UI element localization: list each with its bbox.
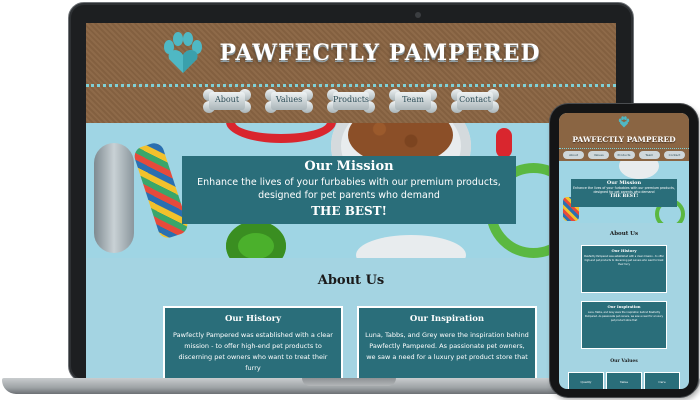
mobile-header: PAWFECTLY PAMPERED About Values Products… (559, 113, 689, 161)
mobile-mission-emphasis: THE BEST! (609, 194, 639, 199)
about-heading: About Us (317, 273, 385, 288)
card-title: Our Inspiration (607, 304, 641, 309)
mobile-values-heading: Our Values (610, 359, 638, 364)
nav-label: Values (275, 95, 303, 104)
main-nav: About Values Products Team Contact (86, 87, 616, 115)
mobile-nav: About Values Products Team Contact (563, 151, 685, 159)
mobile-nav-contact[interactable]: Contact (664, 151, 685, 159)
mobile-mission-text: Enhance the lives of your furbabies with… (573, 186, 675, 194)
nav-item-products[interactable]: Products (326, 87, 376, 115)
mission-emphasis: THE BEST! (311, 204, 387, 218)
mobile-values-row: Quality Value Care (559, 372, 689, 389)
value-card: Value (606, 372, 642, 389)
card-title: Our History (611, 248, 637, 253)
value-card: Quality (568, 372, 604, 389)
bowl-image (356, 235, 466, 258)
metal-bowl-image (94, 143, 134, 253)
mobile-nav-values[interactable]: Values (588, 151, 610, 159)
history-card: Our History Pawfectly Pampered was estab… (163, 306, 343, 379)
paw-logo-icon (618, 116, 630, 128)
mobile-nav-about[interactable]: About (563, 151, 584, 159)
laptop-notch (302, 378, 396, 386)
card-text: Pawfectly Pampered was established with … (584, 255, 664, 266)
mobile-nav-team[interactable]: Team (638, 151, 660, 159)
nav-label: About (214, 95, 240, 104)
value-card: Care (644, 372, 680, 389)
card-text: Luna, Tabbs, and Grey were the inspirati… (365, 331, 529, 361)
about-section: About Us Our History Pawfectly Pampered … (86, 258, 616, 379)
bone-toy-image (496, 128, 512, 158)
mobile-hero: Our Mission Enhance the lives of your fu… (559, 161, 689, 223)
phone-screen: PAWFECTLY PAMPERED About Values Products… (559, 113, 689, 389)
red-ring-toy-image (226, 123, 336, 143)
laptop-screen: PAWFECTLY PAMPERED About Values Products… (86, 23, 616, 379)
nav-label: Products (332, 95, 370, 104)
brand[interactable]: PAWFECTLY PAMPERED (86, 31, 616, 75)
mobile-brand-title: PAWFECTLY PAMPERED (572, 135, 676, 144)
dotted-divider (559, 148, 689, 149)
mobile-mission-box: Our Mission Enhance the lives of your fu… (571, 179, 677, 207)
card-text: Pawfectly Pampered was established with … (173, 331, 333, 372)
hero-banner: Our Mission Enhance the lives of your fu… (86, 123, 616, 258)
nav-item-about[interactable]: About (202, 87, 252, 115)
nav-label: Contact (459, 95, 491, 104)
camera-dot (415, 12, 421, 18)
inspiration-card: Our Inspiration Luna, Tabbs, and Grey we… (357, 306, 537, 379)
card-text: Luna, Tabbs, and Grey were the inspirati… (584, 311, 664, 322)
brand-title: PAWFECTLY PAMPERED (219, 40, 541, 66)
bowl-image (619, 161, 659, 179)
paw-logo-icon (164, 32, 203, 73)
mobile-about-heading: About Us (609, 231, 639, 237)
mobile-nav-products[interactable]: Products (613, 151, 635, 159)
mission-title: Our Mission (304, 159, 394, 174)
nav-item-values[interactable]: Values (264, 87, 314, 115)
green-toy-image (226, 221, 286, 258)
mobile-inspiration-card: Our Inspiration Luna, Tabbs, and Grey we… (581, 301, 667, 349)
mission-text: Enhance the lives of your furbabies with… (197, 177, 501, 201)
nav-item-team[interactable]: Team (388, 87, 438, 115)
card-title: Our Inspiration (409, 314, 485, 324)
mission-box: Our Mission Enhance the lives of your fu… (182, 156, 516, 224)
card-title: Our History (224, 314, 282, 324)
site-header: PAWFECTLY PAMPERED About Values Products… (86, 23, 616, 123)
nav-label: Team (402, 95, 424, 104)
nav-item-contact[interactable]: Contact (450, 87, 500, 115)
mobile-history-card: Our History Pawfectly Pampered was estab… (581, 245, 667, 293)
